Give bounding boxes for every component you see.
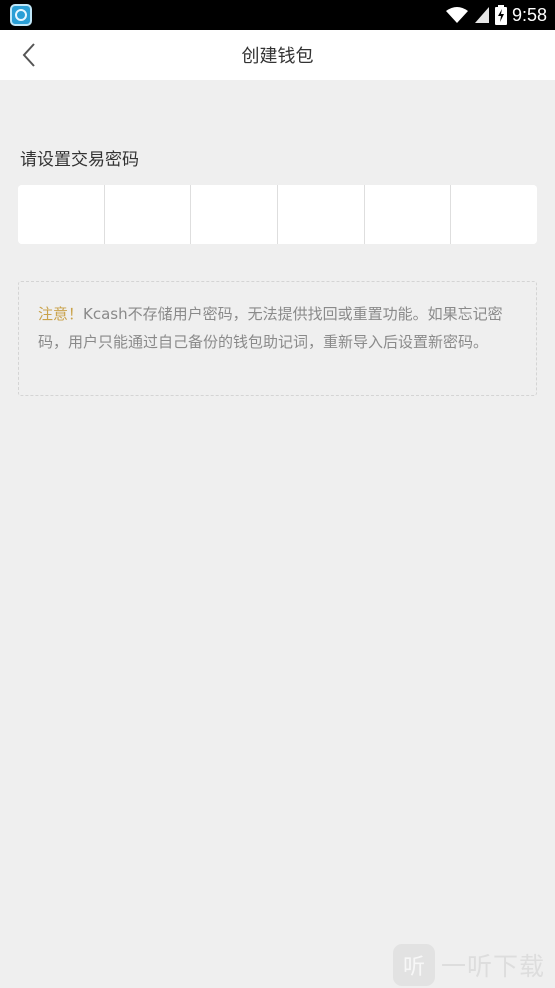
- status-icons: 9:58: [445, 5, 547, 26]
- pin-cell[interactable]: [278, 185, 365, 244]
- notice-label: 注意！: [38, 305, 84, 323]
- pin-cell[interactable]: [364, 185, 452, 244]
- notice-text: Kcash不存储用户密码，无法提供找回或重置功能。如果忘记密码，用户只能通过自己…: [38, 305, 503, 351]
- page-title: 创建钱包: [241, 46, 314, 67]
- pin-cell[interactable]: [451, 185, 537, 244]
- watermark-text: 一听下载: [441, 952, 546, 981]
- password-label: 请设置交易密码: [20, 150, 139, 170]
- watermark-logo: 听: [393, 944, 435, 986]
- status-bar: 9:58: [0, 0, 555, 30]
- header: 创建钱包: [0, 30, 555, 80]
- chevron-left-icon: [22, 43, 35, 67]
- pin-cell[interactable]: [18, 185, 105, 244]
- wifi-icon: [445, 7, 468, 23]
- signal-icon: [474, 7, 489, 23]
- pin-cell[interactable]: [104, 185, 192, 244]
- notice-box: 注意！Kcash不存储用户密码，无法提供找回或重置功能。如果忘记密码，用户只能通…: [18, 281, 537, 396]
- watermark: 听 一听下载: [393, 942, 555, 988]
- status-time: 9:58: [511, 4, 547, 25]
- back-button[interactable]: [14, 40, 44, 70]
- password-input[interactable]: [18, 185, 537, 244]
- app-icon: [10, 4, 32, 26]
- pin-cell[interactable]: [191, 185, 279, 244]
- battery-charging-icon: [494, 5, 507, 25]
